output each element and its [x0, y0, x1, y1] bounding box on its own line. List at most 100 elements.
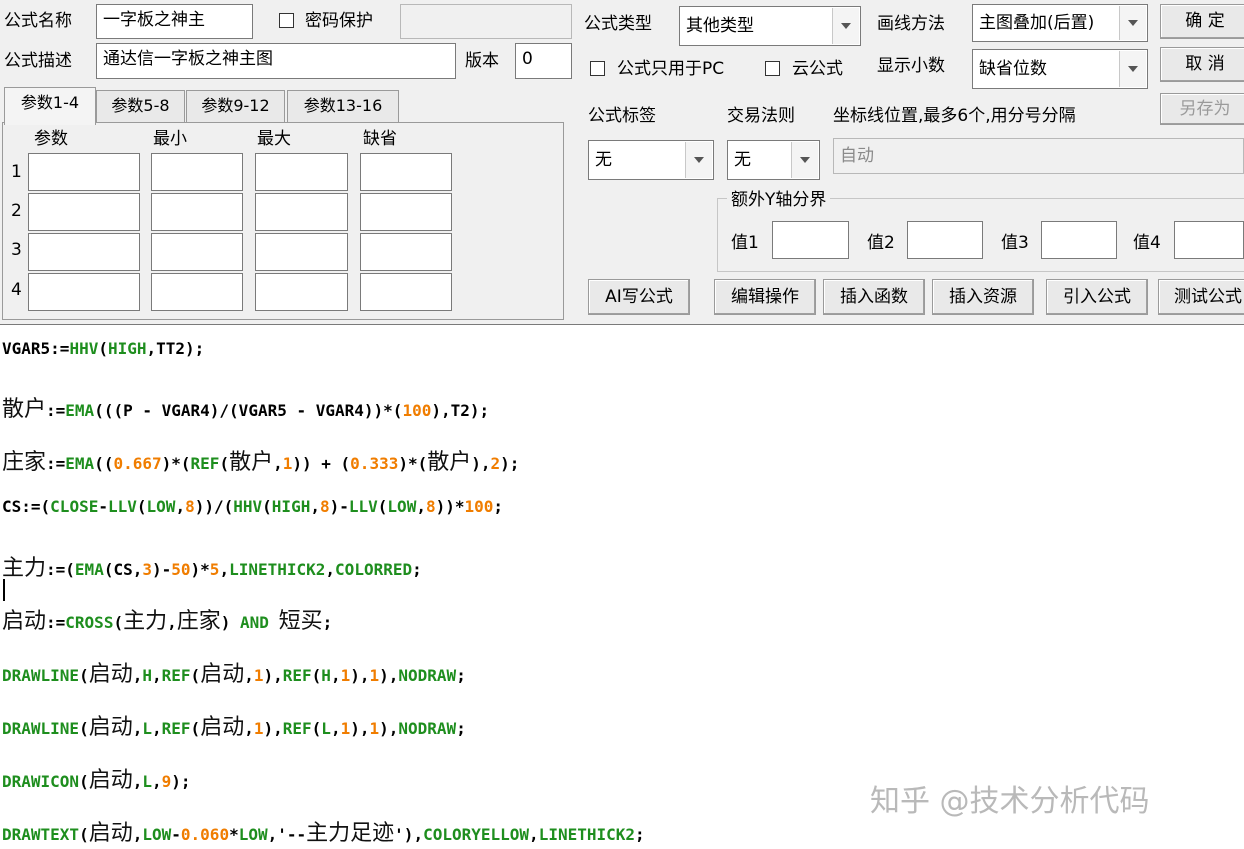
code-line[interactable]: CS:=(CLOSE-LLV(LOW,8))/(HHV(HIGH,8)-LLV(…	[2, 497, 503, 516]
code-token: CROSS	[65, 613, 114, 632]
code-token: 启动	[88, 662, 133, 687]
code-token: L	[142, 772, 152, 791]
cloud-formula-checkbox[interactable]	[765, 61, 780, 76]
axis-line-input[interactable]: 自动	[833, 138, 1244, 174]
code-line[interactable]: 主力:=(EMA(CS,3)-50)*5,LINETHICK2,COLORRED…	[2, 550, 422, 582]
param-2-min-input[interactable]	[151, 193, 243, 231]
password-protect-checkbox[interactable]	[279, 13, 294, 28]
code-line[interactable]: 散户:=EMA(((P - VGAR4)/(VGAR5 - VGAR4))*(1…	[2, 391, 489, 423]
code-line[interactable]: DRAWLINE(启动,H,REF(启动,1),REF(H,1),1),NODR…	[2, 656, 466, 688]
code-token: ;	[412, 560, 422, 579]
cancel-button[interactable]: 取 消	[1160, 47, 1244, 82]
param-2-name-input[interactable]	[28, 193, 140, 231]
y-value-2-label: 值2	[867, 233, 895, 253]
code-token: )-	[329, 497, 349, 516]
code-line[interactable]: 庄家:=EMA((0.667)*(REF(散户,1)) + (0.333)*(散…	[2, 444, 519, 476]
code-token: ,	[219, 560, 230, 579]
code-token: ))*	[435, 497, 465, 516]
trade-rule-select[interactable]: 无	[727, 140, 820, 180]
chevron-down-icon[interactable]	[832, 8, 859, 44]
y-value-2-input[interactable]	[907, 221, 983, 259]
code-token: ),	[263, 666, 283, 685]
trade-rule-value: 无	[734, 150, 751, 170]
chevron-down-icon[interactable]	[685, 142, 712, 178]
code-token: 1	[340, 719, 351, 738]
code-token: (	[79, 719, 89, 738]
code-token: ),	[350, 719, 370, 738]
code-token: (	[190, 719, 201, 738]
cloud-formula-label: 云公式	[792, 59, 843, 79]
code-token: COLORRED	[335, 560, 413, 579]
code-token: :=(	[46, 560, 75, 579]
confirm-button[interactable]: 确 定	[1160, 4, 1244, 39]
code-token: LOW	[238, 825, 268, 844]
code-token: -	[171, 825, 181, 844]
param-4-name-input[interactable]	[28, 273, 140, 311]
code-token: LOW	[142, 825, 172, 844]
y-value-1-input[interactable]	[772, 221, 849, 259]
code-token: DRAWLINE	[2, 719, 80, 738]
chevron-down-icon[interactable]	[1119, 51, 1146, 87]
code-line[interactable]: 启动:=CROSS(主力,庄家) AND 短买;	[2, 603, 332, 635]
param-table: 参数 最小 最大 缺省 1 2 3 4	[2, 122, 564, 320]
code-token: DRAWTEXT	[2, 825, 80, 844]
code-line[interactable]: DRAWTEXT(启动,LOW-0.060*LOW,'--主力足迹'),COLO…	[2, 815, 645, 847]
tab-params-13-16[interactable]: 参数13-16	[287, 90, 399, 122]
formula-type-select[interactable]: 其他类型	[679, 6, 861, 46]
edit-operation-button[interactable]: 编辑操作	[714, 279, 816, 315]
param-1-max-input[interactable]	[255, 153, 348, 191]
code-token: ,	[132, 666, 143, 685]
decimals-select[interactable]: 缺省位数	[972, 49, 1148, 89]
test-formula-button[interactable]: 测试公式	[1158, 279, 1244, 315]
param-3-name-input[interactable]	[28, 233, 140, 271]
y-value-3-input[interactable]	[1041, 221, 1117, 259]
code-token: LINETHICK2	[538, 825, 636, 844]
password-input[interactable]	[400, 4, 572, 39]
param-3-default-input[interactable]	[360, 233, 452, 271]
param-3-min-input[interactable]	[151, 233, 243, 271]
chevron-down-icon[interactable]	[1119, 6, 1146, 40]
code-token: (((P - VGAR4)/(VGAR5 - VGAR4))*(	[94, 401, 403, 420]
tab-params-5-8[interactable]: 参数5-8	[96, 90, 185, 122]
y-value-4-input[interactable]	[1174, 221, 1244, 259]
tab-params-1-4[interactable]: 参数1-4	[4, 87, 96, 125]
insert-function-button[interactable]: 插入函数	[823, 279, 925, 315]
param-4-min-input[interactable]	[151, 273, 243, 311]
decimals-value: 缺省位数	[979, 59, 1047, 79]
code-token: 8	[319, 497, 330, 516]
code-line[interactable]: VGAR5:=HHV(HIGH,TT2);	[2, 339, 204, 358]
import-formula-button[interactable]: 引入公式	[1046, 279, 1148, 315]
ai-write-formula-button[interactable]: AI写公式	[588, 279, 690, 315]
param-2-default-input[interactable]	[360, 193, 452, 231]
code-token: )	[220, 613, 241, 632]
code-line[interactable]: DRAWICON(启动,L,9);	[2, 762, 191, 794]
param-4-default-input[interactable]	[360, 273, 452, 311]
y-value-1-label: 值1	[731, 233, 759, 253]
formula-desc-input[interactable]: 通达信一字板之神主图	[96, 43, 456, 79]
code-token: ,'--	[267, 825, 307, 844]
param-1-name-input[interactable]	[28, 153, 140, 191]
save-as-button[interactable]: 另存为	[1160, 93, 1244, 125]
insert-resource-button[interactable]: 插入资源	[932, 279, 1034, 315]
tab-params-9-12[interactable]: 参数9-12	[186, 90, 285, 122]
param-2-max-input[interactable]	[255, 193, 348, 231]
pc-only-checkbox[interactable]	[590, 61, 605, 76]
param-1-min-input[interactable]	[151, 153, 243, 191]
param-4-max-input[interactable]	[255, 273, 348, 311]
draw-method-select[interactable]: 主图叠加(后置)	[972, 4, 1148, 42]
param-1-default-input[interactable]	[360, 153, 452, 191]
pc-only-label: 公式只用于PC	[617, 59, 725, 79]
code-token: ),	[379, 666, 399, 685]
code-line[interactable]: DRAWLINE(启动,L,REF(启动,1),REF(L,1),1),NODR…	[2, 709, 466, 741]
param-header-max: 最大	[257, 129, 291, 149]
code-token: ,	[152, 666, 162, 685]
formula-name-input[interactable]: 一字板之神主	[96, 4, 253, 39]
param-row-number: 3	[11, 240, 22, 260]
version-input[interactable]: 0	[515, 43, 572, 79]
code-token: ,	[152, 772, 162, 791]
code-editor[interactable]: VGAR5:=HHV(HIGH,TT2); 散户:=EMA(((P - VGAR4…	[0, 324, 1244, 849]
code-token: 100	[402, 401, 432, 420]
formula-tag-select[interactable]: 无	[588, 140, 714, 180]
chevron-down-icon[interactable]	[791, 142, 818, 178]
param-3-max-input[interactable]	[255, 233, 348, 271]
